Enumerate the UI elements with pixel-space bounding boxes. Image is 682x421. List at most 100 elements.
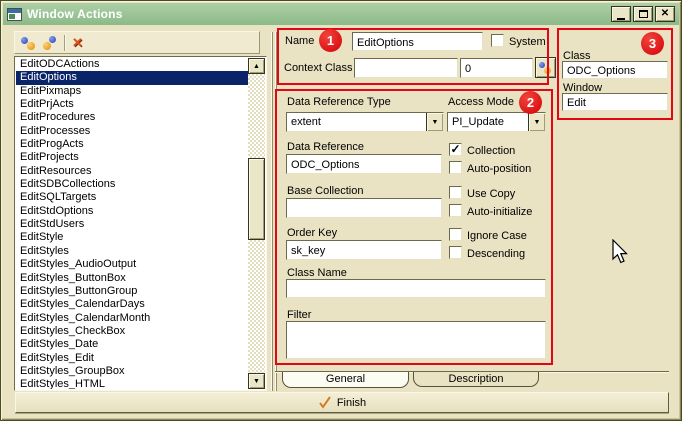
context-class-input[interactable] (354, 58, 458, 78)
ball-icon (544, 67, 551, 74)
minimize-icon (617, 18, 625, 20)
access-mode-label: Access Mode (448, 96, 514, 108)
list-item[interactable]: EditStyles_CheckBox (16, 325, 248, 338)
maximize-button[interactable] (633, 6, 653, 22)
access-mode-value: PI_Update (448, 113, 528, 131)
list-item[interactable]: EditStyles_CalendarDays (16, 298, 248, 311)
copy-action-icon[interactable] (42, 35, 58, 51)
annotation-badge-3: 3 (641, 32, 664, 55)
context-class-picker-button[interactable] (535, 57, 556, 78)
ignore-case-label: Ignore Case (467, 230, 527, 242)
auto-initialize-label: Auto-initialize (467, 206, 532, 218)
ball-icon (27, 42, 35, 50)
dropdown-arrow-icon[interactable]: ▼ (528, 113, 545, 131)
list-item[interactable]: EditStyles (16, 245, 248, 258)
use-copy-checkbox[interactable] (449, 186, 462, 199)
system-checkbox[interactable] (491, 34, 504, 47)
minimize-button[interactable] (611, 6, 631, 22)
auto-position-checkbox[interactable] (449, 161, 462, 174)
access-mode-dropdown[interactable]: PI_Update ▼ (447, 112, 546, 132)
auto-initialize-checkbox[interactable] (449, 204, 462, 217)
base-collection-label: Base Collection (287, 185, 363, 197)
filter-textarea[interactable] (286, 321, 546, 359)
class-input[interactable] (562, 61, 668, 79)
action-list[interactable]: EditODCActionsEditOptionsEditPixmapsEdit… (14, 56, 267, 391)
order-key-input[interactable] (286, 240, 442, 260)
list-item[interactable]: EditStyles_ButtonGroup (16, 285, 248, 298)
order-key-label: Order Key (287, 227, 337, 239)
titlebar[interactable]: Window Actions ✕ (3, 3, 679, 25)
finish-button[interactable]: Finish (15, 392, 669, 413)
descending-checkbox[interactable] (449, 246, 462, 259)
list-item[interactable]: EditStdOptions (16, 205, 248, 218)
list-item[interactable]: EditStyle (16, 231, 248, 244)
list-item[interactable]: EditProcesses (16, 125, 248, 138)
name-input[interactable] (352, 32, 483, 51)
ball-icon (43, 42, 51, 50)
context-class-label: Context Class (284, 62, 352, 74)
actions-toolbar: ✕ (14, 31, 260, 54)
context-class-count-input[interactable] (460, 58, 533, 78)
mouse-cursor (612, 239, 630, 266)
list-item[interactable]: EditPixmaps (16, 85, 248, 98)
data-reference-type-dropdown[interactable]: extent ▼ (286, 112, 444, 132)
list-item[interactable]: EditStyles_Edit (16, 352, 248, 365)
dropdown-arrow-icon[interactable]: ▼ (426, 113, 443, 131)
list-item[interactable]: EditPrjActs (16, 98, 248, 111)
ignore-case-checkbox[interactable] (449, 228, 462, 241)
auto-position-label: Auto-position (467, 163, 531, 175)
data-reference-type-label: Data Reference Type (287, 96, 391, 108)
filter-label: Filter (287, 309, 311, 321)
ball-icon (49, 36, 56, 43)
class-name-label: Class Name (287, 267, 347, 279)
list-item[interactable]: EditProjects (16, 151, 248, 164)
check-icon (318, 396, 332, 409)
data-reference-label: Data Reference (287, 141, 364, 153)
list-item[interactable]: EditStyles_AudioOutput (16, 258, 248, 271)
list-item[interactable]: EditODCActions (16, 58, 248, 71)
close-icon: ✕ (661, 9, 669, 19)
data-reference-input[interactable] (286, 154, 442, 174)
collection-checkbox[interactable] (449, 143, 462, 156)
window-input[interactable] (562, 93, 668, 111)
list-item[interactable]: EditStyles_HTML (16, 378, 248, 389)
scroll-down-button[interactable]: ▼ (248, 373, 265, 389)
list-item[interactable]: EditOptions (16, 71, 248, 84)
maximize-icon (639, 10, 648, 18)
use-copy-label: Use Copy (467, 188, 515, 200)
list-item[interactable]: EditProgActs (16, 138, 248, 151)
scroll-down-icon: ▼ (253, 378, 260, 385)
collection-label: Collection (467, 145, 515, 157)
window-icon (7, 8, 22, 21)
toolbar-separator (64, 35, 66, 51)
new-action-icon[interactable] (20, 35, 36, 51)
scroll-up-icon: ▲ (253, 63, 260, 70)
list-item[interactable]: EditResources (16, 165, 248, 178)
window-title: Window Actions (27, 7, 123, 21)
close-button[interactable]: ✕ (655, 6, 675, 22)
base-collection-input[interactable] (286, 198, 442, 218)
panel-splitter[interactable] (270, 32, 279, 391)
tab-description[interactable]: Description (413, 372, 539, 387)
list-item[interactable]: EditStdUsers (16, 218, 248, 231)
delete-action-icon[interactable]: ✕ (72, 36, 83, 49)
list-item[interactable]: EditStyles_CalendarMonth (16, 312, 248, 325)
list-item[interactable]: EditSDBCollections (16, 178, 248, 191)
list-item[interactable]: EditStyles_GroupBox (16, 365, 248, 378)
window-actions-dialog: Window Actions ✕ ✕ EditODCActionsEditOpt… (0, 0, 682, 421)
list-scrollbar[interactable]: ▲ ▼ (248, 58, 265, 389)
list-item[interactable]: EditSQLTargets (16, 191, 248, 204)
list-item[interactable]: EditProcedures (16, 111, 248, 124)
descending-label: Descending (467, 248, 525, 260)
list-item[interactable]: EditStyles_ButtonBox (16, 272, 248, 285)
finish-label: Finish (337, 397, 366, 409)
scroll-up-button[interactable]: ▲ (248, 58, 265, 74)
data-reference-type-value: extent (287, 113, 426, 131)
list-item[interactable]: EditStyles_Date (16, 338, 248, 351)
annotation-badge-2: 2 (519, 91, 542, 114)
name-label: Name (285, 35, 314, 47)
tab-general[interactable]: General (282, 372, 409, 388)
class-name-input[interactable] (286, 279, 546, 298)
scrollbar-thumb[interactable] (248, 158, 265, 240)
annotation-badge-1: 1 (319, 29, 342, 52)
